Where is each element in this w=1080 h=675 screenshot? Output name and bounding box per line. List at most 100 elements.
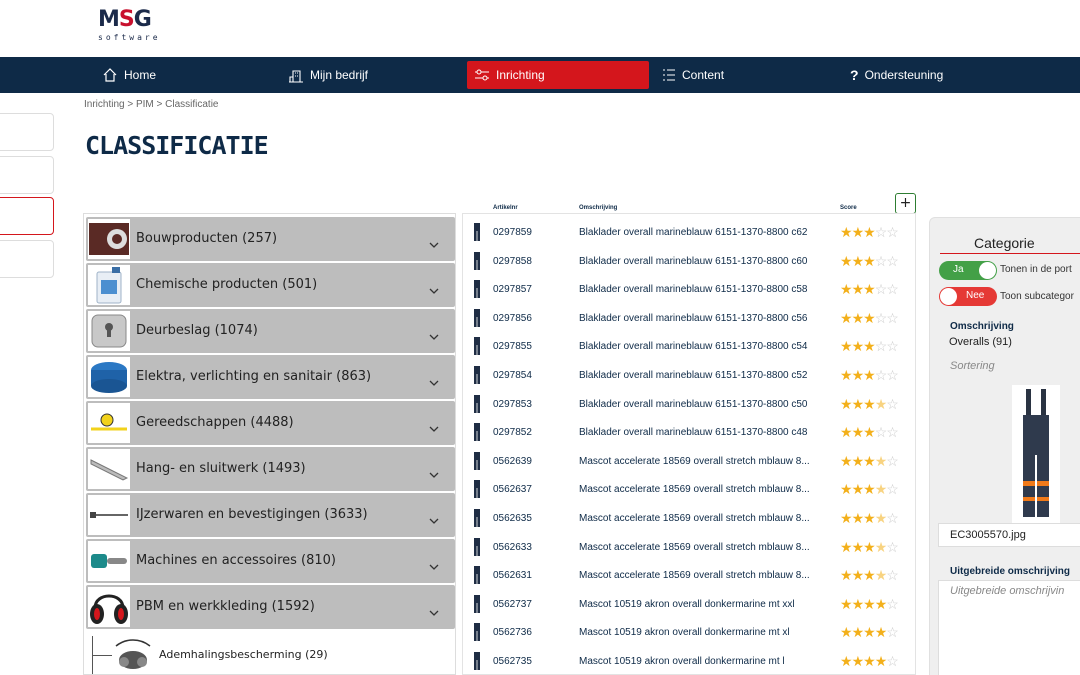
table-row[interactable]: 0297855 Blaklader overall marineblauw 615… [463, 332, 915, 361]
side-menu-button[interactable] [0, 113, 54, 151]
subcategory-row-ademhalingsbescherming[interactable]: Ademhalingsbescherming (29) [86, 634, 455, 674]
score-rating: ★★★★☆ [840, 595, 899, 612]
nav-ondersteuning[interactable]: ? Ondersteuning [850, 61, 943, 89]
category-row-hang-en-sluitwerk[interactable]: Hang- en sluitwerk (1493) [86, 447, 455, 491]
table-row[interactable]: 0297852 Blaklader overall marineblauw 615… [463, 418, 915, 447]
category-row-deurbeslag[interactable]: Deurbeslag (1074) [86, 309, 455, 353]
table-row[interactable]: 0562637 Mascot accelerate 18569 overall s… [463, 475, 915, 504]
star-icon: ★ [863, 367, 876, 383]
side-menu-button-active[interactable] [0, 197, 54, 235]
chevron-down-icon[interactable] [429, 325, 439, 344]
table-row[interactable]: 0297857 Blaklader overall marineblauw 615… [463, 275, 915, 304]
column-header-score[interactable]: Score [840, 205, 857, 211]
chevron-down-icon[interactable] [429, 371, 439, 390]
star-icon: ☆ [874, 367, 888, 383]
category-label: Elektra, verlichting en sanitair (863) [136, 369, 372, 384]
msg-software-logo[interactable]: MSG software [98, 9, 162, 45]
article-number: 0297855 [493, 341, 532, 353]
table-row[interactable]: 0562737 Mascot 10519 akron overall donker… [463, 590, 915, 619]
category-row-machines[interactable]: Machines en accessoires (810) [86, 539, 455, 583]
star-icon: ☆ [886, 224, 899, 240]
overall-thumbnail-icon [473, 251, 481, 273]
chevron-down-icon[interactable] [429, 417, 439, 436]
category-row-bouwproducten[interactable]: Bouwproducten (257) [86, 217, 455, 261]
show-in-portal-label: Tonen in de port [1000, 264, 1072, 275]
table-row[interactable]: 0297856 Blaklader overall marineblauw 615… [463, 304, 915, 333]
panel-title: Categorie [974, 235, 1035, 251]
chevron-down-icon[interactable] [429, 233, 439, 252]
table-row[interactable]: 0297854 Blaklader overall marineblauw 615… [463, 361, 915, 390]
nav-inrichting[interactable]: Inrichting [467, 61, 649, 89]
star-icon: ☆ [886, 538, 899, 555]
chevron-down-icon[interactable] [429, 279, 439, 298]
star-icon: ★ [840, 481, 853, 498]
star-icon: ★ [840, 510, 853, 526]
star-icon: ★ [851, 567, 865, 584]
score-rating: ★★★★☆ [840, 653, 899, 669]
star-icon: ☆ [886, 481, 899, 498]
settings-sliders-icon [474, 68, 490, 82]
star-icon: ☆ [874, 338, 888, 355]
overall-thumbnail-icon [473, 594, 481, 616]
star-icon: ☆ [886, 595, 899, 612]
chainsaw-image [88, 541, 130, 581]
category-row-gereedschappen[interactable]: Gereedschappen (4488) [86, 401, 455, 445]
score-rating: ★★★☆☆ [840, 367, 899, 383]
star-icon: ★ [851, 452, 865, 469]
star-icon: ★ [851, 367, 865, 383]
article-description: Mascot accelerate 18569 overall stretch … [579, 513, 810, 524]
column-header-artikelnr[interactable]: Artikelnr [493, 205, 518, 211]
sort-input[interactable]: Sortering [950, 360, 995, 372]
chevron-down-icon[interactable] [429, 463, 439, 482]
star-icon: ★ [851, 224, 865, 240]
chevron-down-icon[interactable] [429, 555, 439, 574]
category-image[interactable] [1012, 385, 1060, 523]
table-row[interactable]: 0562735 Mascot 10519 akron overall donker… [463, 647, 915, 674]
nav-home[interactable]: Home [102, 61, 156, 89]
star-icon: ★ [863, 452, 876, 469]
star-icon: ★ [863, 395, 876, 412]
star-icon: ★ [874, 624, 888, 641]
score-rating: ★★★☆☆ [840, 253, 899, 269]
table-row[interactable]: 0562631 Mascot accelerate 18569 overall s… [463, 561, 915, 590]
table-row[interactable]: 0297858 Blaklader overall marineblauw 615… [463, 247, 915, 276]
nav-content[interactable]: Content [662, 61, 724, 89]
show-subcategories-toggle[interactable]: Nee [939, 287, 997, 306]
column-header-omschrijving[interactable]: Omschrijving [579, 205, 617, 211]
category-row-pbm-en-werkkleding[interactable]: PBM en werkkleding (1592) [86, 585, 455, 629]
nav-mijn-bedrijf[interactable]: Mijn bedrijf [288, 61, 368, 89]
table-row[interactable]: 0562736 Mascot 10519 akron overall donker… [463, 618, 915, 647]
side-menu-button[interactable] [0, 240, 54, 278]
category-row-chemische-producten[interactable]: Chemische producten (501) [86, 263, 455, 307]
table-row[interactable]: 0562635 Mascot accelerate 18569 overall s… [463, 504, 915, 533]
overall-thumbnail-icon [473, 480, 481, 501]
canister-image [88, 265, 130, 305]
subcategory-label: Ademhalingsbescherming (29) [159, 648, 328, 661]
article-description: Blaklader overall marineblauw 6151-1370-… [579, 398, 808, 410]
side-menu-button[interactable] [0, 156, 54, 194]
table-row[interactable]: 0297859 Blaklader overall marineblauw 615… [463, 218, 915, 247]
article-number: 0562737 [493, 598, 532, 610]
table-row[interactable]: 0562639 Mascot accelerate 18569 overall s… [463, 447, 915, 476]
table-row[interactable]: 0297853 Blaklader overall marineblauw 615… [463, 390, 915, 419]
star-icon: ★ [840, 395, 853, 412]
chevron-down-icon[interactable] [429, 509, 439, 528]
add-article-button[interactable]: + [895, 193, 916, 214]
table-row[interactable]: 0562633 Mascot accelerate 18569 overall s… [463, 533, 915, 562]
overall-thumbnail-icon [473, 223, 481, 244]
chevron-down-icon[interactable] [429, 601, 439, 620]
overall-thumbnail-icon [473, 537, 481, 559]
article-description: Mascot 10519 akron overall donkermarine … [579, 656, 785, 667]
building-icon [288, 67, 304, 83]
star-icon: ☆ [886, 367, 899, 383]
image-filename[interactable]: EC3005570.jpg [938, 523, 1080, 547]
star-icon: ★ [851, 481, 865, 498]
category-row-ijzerwaren[interactable]: IJzerwaren en bevestigingen (3633) [86, 493, 455, 537]
show-in-portal-toggle[interactable]: Ja [939, 261, 997, 280]
article-number: 0562637 [493, 484, 532, 496]
category-row-elektra[interactable]: Elektra, verlichting en sanitair (863) [86, 355, 455, 399]
nav-mijn-bedrijf-label: Mijn bedrijf [310, 68, 369, 82]
respirator-image [112, 636, 154, 674]
description-value[interactable]: Overalls (91) [949, 336, 1012, 348]
extended-description-textarea[interactable]: Uitgebreide omschrijvin [938, 580, 1080, 675]
